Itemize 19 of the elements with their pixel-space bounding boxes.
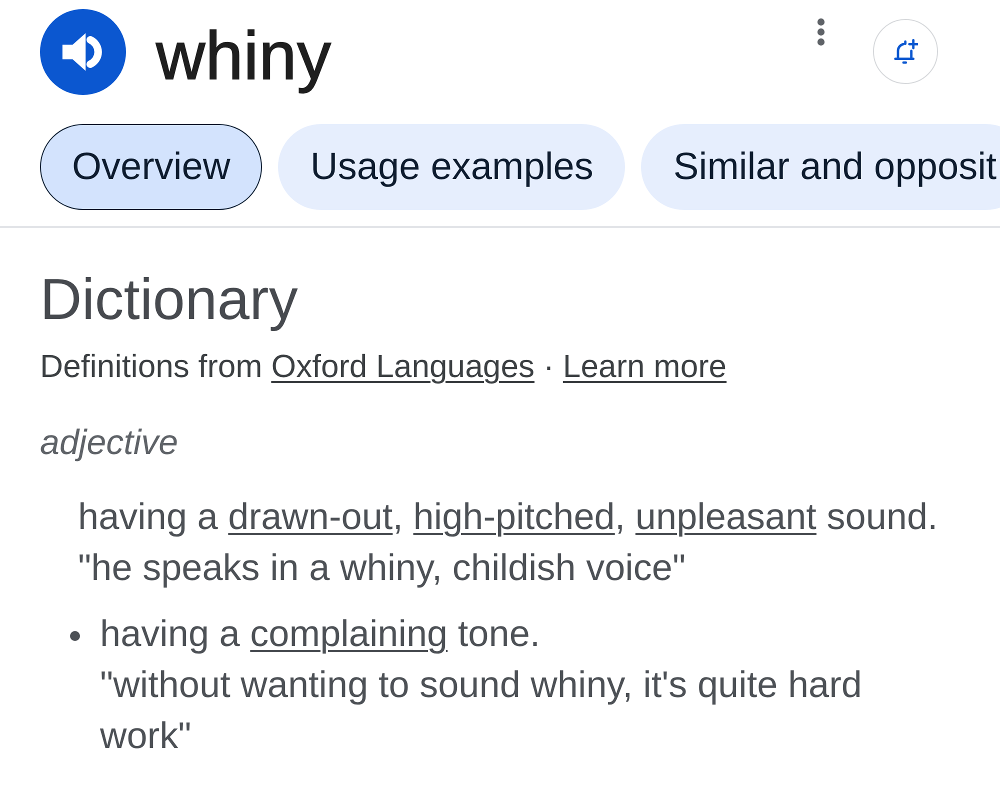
tab[interactable]: Overview <box>40 124 262 210</box>
tab[interactable]: Usage examples <box>278 124 626 210</box>
definition-text: having a drawn-out, high-pitched, unpleasant sound. <box>78 495 939 539</box>
headword: whiny <box>156 17 332 96</box>
source-link[interactable]: Learn more <box>562 348 727 384</box>
definition-link[interactable]: high-pitched <box>413 496 615 537</box>
bell-plus-icon <box>894 38 918 65</box>
source-note: Definitions from Oxford Languages · Learn more <box>40 347 728 386</box>
definition-text: having a complaining tone. <box>100 612 542 656</box>
section-title: Dictionary <box>40 267 299 333</box>
tab[interactable]: Similar and opposit <box>641 124 1000 210</box>
more-options-icon[interactable] <box>817 18 825 46</box>
definition-link[interactable]: unpleasant <box>635 496 816 537</box>
definition-link[interactable]: complaining <box>250 613 448 654</box>
example-text: "without wanting to sound whiny, it's quite hard work" <box>100 663 864 758</box>
definition-link[interactable]: drawn-out <box>228 496 393 537</box>
source-link[interactable]: Oxford Languages <box>271 348 534 384</box>
part-of-speech: adjective <box>40 422 180 464</box>
example-text: "he speaks in a whiny, childish voice" <box>78 546 687 590</box>
